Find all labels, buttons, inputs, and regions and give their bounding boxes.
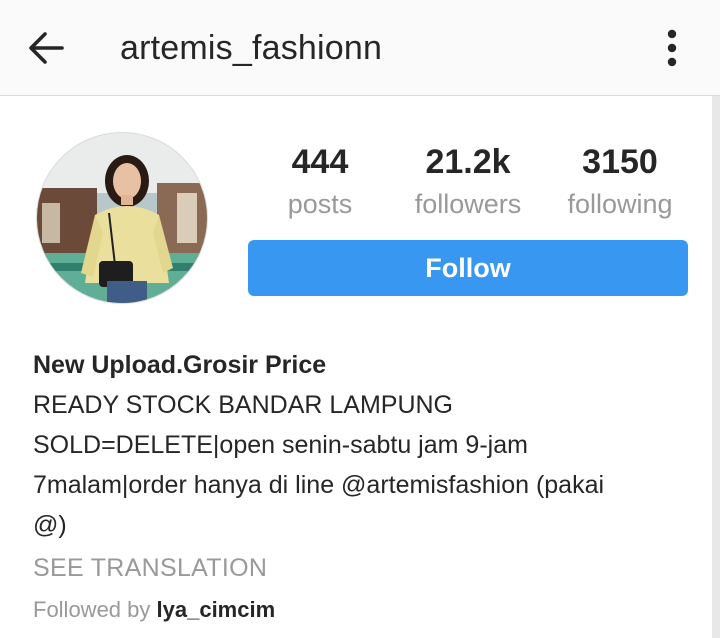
bio: New Upload.Grosir Price READY STOCK BAND… — [33, 345, 693, 545]
stat-followers[interactable]: 21.2k followers — [398, 140, 538, 224]
posts-count: 444 — [291, 143, 349, 181]
bio-name: New Upload.Grosir Price — [33, 351, 327, 379]
followed-by-user[interactable]: lya_cimcim — [157, 597, 276, 622]
bio-line: 7malam|order hanya di line @artemisfashi… — [33, 471, 605, 499]
followed-by-prefix: Followed by — [33, 597, 151, 622]
following-count: 3150 — [582, 143, 658, 181]
arrow-left-icon — [29, 32, 64, 64]
more-options-button[interactable] — [648, 24, 696, 72]
followed-by[interactable]: Followed by lya_cimcim — [33, 594, 275, 626]
see-translation-link[interactable]: SEE TRANSLATION — [33, 550, 267, 586]
profile-stats: 444 posts 21.2k followers 3150 following — [248, 140, 688, 230]
profile-photo — [37, 133, 207, 303]
stat-posts[interactable]: 444 posts — [268, 140, 372, 224]
back-button[interactable] — [22, 24, 70, 72]
stat-following[interactable]: 3150 following — [552, 140, 688, 224]
profile-screen: artemis_fashionn 444 posts 21.2k followe… — [0, 0, 720, 638]
followers-label: followers — [414, 189, 522, 219]
avatar[interactable] — [36, 132, 208, 304]
following-label: following — [567, 189, 673, 219]
page-title: artemis_fashionn — [120, 29, 383, 67]
more-vertical-icon — [667, 29, 677, 67]
followers-count: 21.2k — [425, 143, 511, 181]
scrollbar-track — [712, 96, 720, 638]
follow-button[interactable]: Follow — [248, 240, 688, 296]
bio-line: READY STOCK BANDAR LAMPUNG — [33, 391, 454, 419]
bio-line: SOLD=DELETE|open senin-sabtu jam 9-jam — [33, 431, 528, 459]
posts-label: posts — [287, 189, 353, 219]
top-bar: artemis_fashionn — [0, 0, 720, 96]
bio-line: @) — [33, 511, 67, 539]
